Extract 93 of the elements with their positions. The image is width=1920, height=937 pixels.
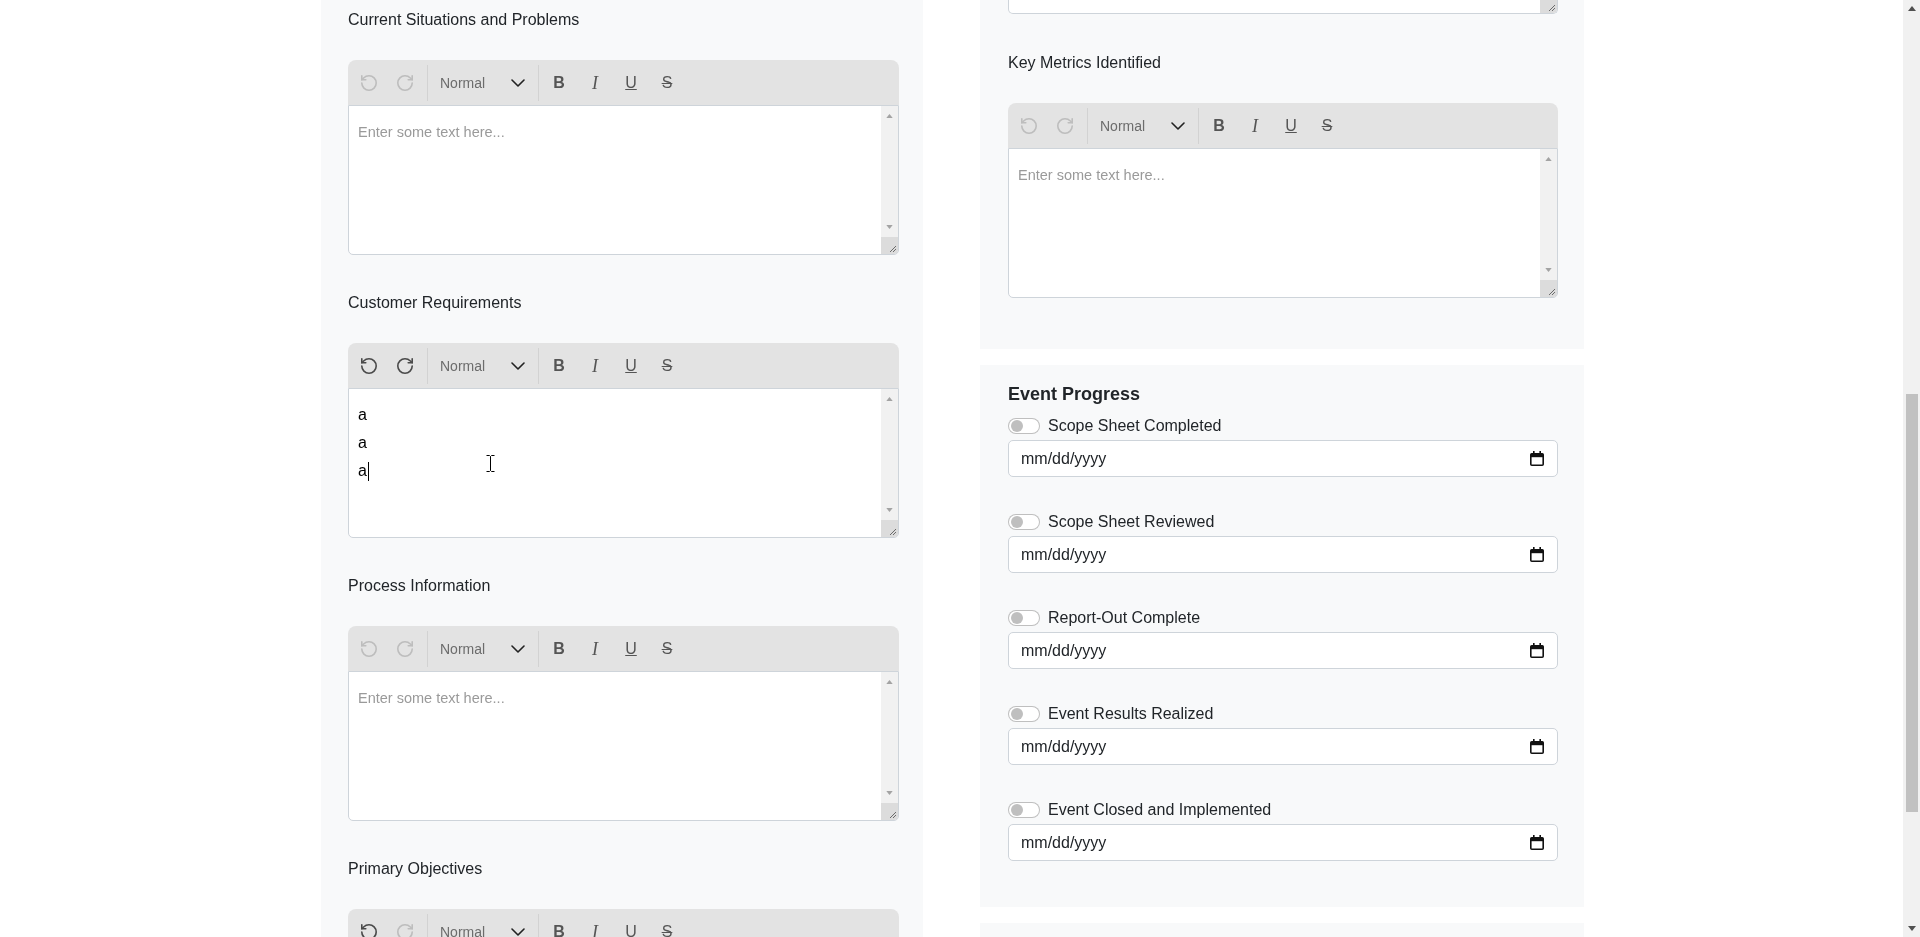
field-label: Primary Objectives xyxy=(348,859,483,879)
clockwise-arrow-icon xyxy=(397,357,413,374)
i-beam-cursor-icon xyxy=(486,455,495,472)
section-title: Event Progress xyxy=(1008,383,1142,406)
toggle-label: Report-Out Complete xyxy=(1048,608,1201,628)
field-label: Current Situations and Problems xyxy=(348,10,580,30)
format-dropdown[interactable]: Normal xyxy=(428,917,538,937)
chevron-down-icon xyxy=(511,361,525,370)
strikethrough-button[interactable]: S xyxy=(649,68,685,97)
editor-scrollbar[interactable] xyxy=(881,106,898,237)
underline-button[interactable]: U xyxy=(1273,111,1309,140)
strikethrough-button[interactable]: S xyxy=(649,634,685,663)
bold-button[interactable]: B xyxy=(541,351,577,380)
scroll-down-arrow-icon xyxy=(1907,926,1916,931)
toggle-label: Scope Sheet Completed xyxy=(1048,416,1222,436)
toggle-switch[interactable] xyxy=(1008,514,1040,530)
scroll-down-arrow-icon xyxy=(886,225,893,229)
date-field[interactable]: mm/dd/yyyy xyxy=(1008,440,1558,477)
chevron-down-icon xyxy=(511,78,525,87)
counterclockwise-arrow-icon xyxy=(361,923,377,937)
underline-button[interactable]: U xyxy=(613,917,649,937)
date-field[interactable]: mm/dd/yyyy xyxy=(1008,728,1558,765)
editor-scrollbar[interactable] xyxy=(881,389,898,520)
underline-button[interactable]: U xyxy=(613,68,649,97)
field-label: Process Information xyxy=(348,576,491,596)
bold-button[interactable]: B xyxy=(541,917,577,937)
toggle-switch[interactable] xyxy=(1008,802,1040,818)
chevron-down-icon xyxy=(1171,121,1185,130)
strikethrough-button[interactable]: S xyxy=(1309,111,1345,140)
clockwise-arrow-icon xyxy=(1057,117,1073,134)
typing-caret-icon xyxy=(367,461,369,481)
italic-button[interactable]: I xyxy=(577,634,613,663)
editor-text-line: a xyxy=(358,462,367,480)
italic-button[interactable]: I xyxy=(577,917,613,937)
resize-grip-icon[interactable] xyxy=(881,520,898,537)
editor-scrollbar[interactable] xyxy=(881,672,898,803)
resize-grip-icon[interactable] xyxy=(881,237,898,254)
resize-grip-icon[interactable] xyxy=(881,803,898,820)
calendar-icon[interactable] xyxy=(1530,643,1544,658)
underline-button[interactable]: U xyxy=(613,351,649,380)
counterclockwise-arrow-icon xyxy=(361,357,377,374)
editor-text-line: a xyxy=(358,434,367,452)
scroll-down-arrow-icon xyxy=(886,508,893,512)
counterclockwise-arrow-icon xyxy=(361,74,377,91)
scroll-up-arrow-icon xyxy=(1545,157,1552,161)
calendar-icon[interactable] xyxy=(1530,547,1544,562)
toggle-switch[interactable] xyxy=(1008,418,1040,434)
format-dropdown[interactable]: Normal xyxy=(428,351,538,380)
clockwise-arrow-icon xyxy=(397,640,413,657)
scroll-up-arrow-icon xyxy=(886,114,893,118)
editor-text-line: a xyxy=(358,406,367,424)
calendar-icon[interactable] xyxy=(1530,739,1544,754)
underline-button[interactable]: U xyxy=(613,634,649,663)
strikethrough-button[interactable]: S xyxy=(649,917,685,937)
toggle-switch[interactable] xyxy=(1008,610,1040,626)
scroll-down-arrow-icon xyxy=(1545,268,1552,272)
calendar-icon[interactable] xyxy=(1530,835,1544,850)
scroll-up-arrow-icon xyxy=(1907,6,1916,11)
toggle-switch[interactable] xyxy=(1008,706,1040,722)
toggle-label: Event Closed and Implemented xyxy=(1048,800,1272,820)
chevron-down-icon xyxy=(511,644,525,653)
strikethrough-button[interactable]: S xyxy=(649,351,685,380)
calendar-icon[interactable] xyxy=(1530,451,1544,466)
scrollbar-thumb[interactable] xyxy=(1905,394,1918,812)
editor-scrollbar[interactable] xyxy=(1540,149,1557,280)
chevron-down-icon xyxy=(511,927,525,936)
date-field[interactable]: mm/dd/yyyy xyxy=(1008,824,1558,861)
italic-button[interactable]: I xyxy=(1237,111,1273,140)
counterclockwise-arrow-icon xyxy=(361,640,377,657)
toggle-label: Scope Sheet Reviewed xyxy=(1048,512,1215,532)
field-label: Key Metrics Identified xyxy=(1008,53,1161,73)
format-dropdown[interactable]: Normal xyxy=(428,68,538,97)
counterclockwise-arrow-icon xyxy=(1021,117,1037,134)
field-label: Customer Requirements xyxy=(348,293,522,313)
bold-button[interactable]: B xyxy=(541,634,577,663)
scroll-down-arrow-icon xyxy=(886,791,893,795)
text-editor[interactable]: a a a xyxy=(348,388,899,538)
date-field[interactable]: mm/dd/yyyy xyxy=(1008,536,1558,573)
format-dropdown[interactable]: Normal xyxy=(428,634,538,663)
clockwise-arrow-icon xyxy=(397,923,413,937)
bold-button[interactable]: B xyxy=(541,68,577,97)
resize-grip-icon[interactable] xyxy=(1540,0,1557,13)
resize-grip-icon[interactable] xyxy=(1540,280,1557,297)
toggle-label: Event Results Realized xyxy=(1048,704,1214,724)
page-scrollbar[interactable] xyxy=(1903,0,1920,937)
format-dropdown[interactable]: Normal xyxy=(1088,111,1198,140)
italic-button[interactable]: I xyxy=(577,68,613,97)
date-field[interactable]: mm/dd/yyyy xyxy=(1008,632,1558,669)
scroll-up-arrow-icon xyxy=(886,397,893,401)
italic-button[interactable]: I xyxy=(577,351,613,380)
clockwise-arrow-icon xyxy=(397,74,413,91)
scroll-up-arrow-icon xyxy=(886,680,893,684)
bold-button[interactable]: B xyxy=(1201,111,1237,140)
